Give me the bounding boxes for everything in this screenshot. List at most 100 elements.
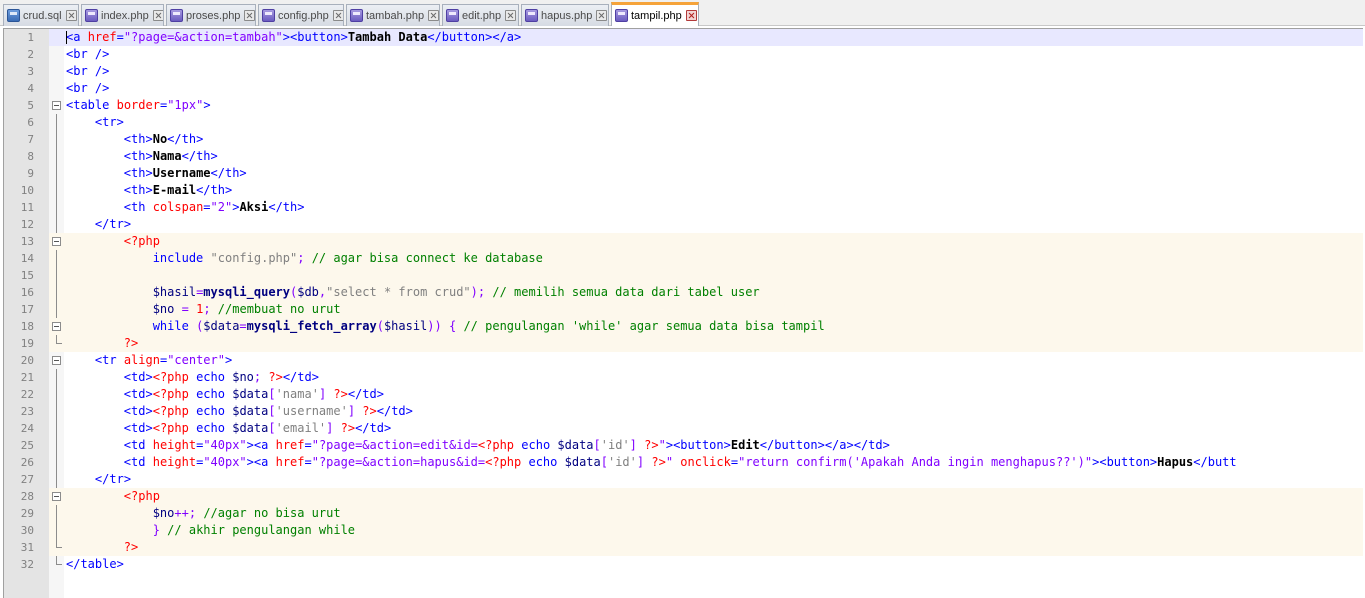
code-text[interactable]: ?> [66,335,1363,352]
fold-toggle-icon[interactable] [49,97,64,114]
tab-config-php[interactable]: config.php [258,4,344,26]
code-text[interactable]: <th>Username</th> [66,165,1363,182]
close-icon[interactable] [505,10,517,21]
fold-line [49,301,64,318]
code-text[interactable]: <table border="1px"> [66,97,1363,114]
code-line[interactable]: 32 </table> [4,556,1363,573]
code-line[interactable]: 7 <th>No</th> [4,131,1363,148]
fold-toggle-icon[interactable] [49,233,64,250]
code-line[interactable]: 19 ?> [4,335,1363,352]
close-icon[interactable] [152,10,163,21]
code-line[interactable]: 2 <br /> [4,46,1363,63]
close-icon[interactable] [65,10,77,21]
tab-hapus-php[interactable]: hapus.php [521,4,609,26]
tab-proses-php[interactable]: proses.php [166,4,256,26]
code-line[interactable]: 4 <br /> [4,80,1363,97]
code-text[interactable]: ?> [66,539,1363,556]
code-line[interactable]: 6 <tr> [4,114,1363,131]
close-icon[interactable] [685,10,697,21]
code-text[interactable]: $hasil=mysqli_query($db,"select * from c… [66,284,1363,301]
code-line[interactable]: 20 <tr align="center"> [4,352,1363,369]
code-line[interactable]: 24 <td><?php echo $data['email'] ?></td> [4,420,1363,437]
code-editor[interactable]: 1 <a href="?page=&action=tambah"><button>… [3,28,1363,598]
code-line[interactable]: 8 <th>Nama</th> [4,148,1363,165]
code-text[interactable]: <td><?php echo $no; ?></td> [66,369,1363,386]
code-line[interactable]: 28 <?php [4,488,1363,505]
code-text[interactable]: while ($data=mysqli_fetch_array($hasil))… [66,318,1363,335]
tab-tampil-php[interactable]: tampil.php [611,2,699,26]
file-icon [615,9,628,22]
code-line[interactable]: 26 <td height="40px"><a href="?page=&act… [4,454,1363,471]
code-text[interactable]: <th>Nama</th> [66,148,1363,165]
code-line[interactable]: 14 include "config.php"; // agar bisa co… [4,250,1363,267]
code-text[interactable]: </tr> [66,216,1363,233]
line-number: 1 [4,29,49,46]
code-line[interactable]: 1 <a href="?page=&action=tambah"><button>… [4,29,1363,46]
code-text[interactable]: <td height="40px"><a href="?page=&action… [66,437,1363,454]
code-line[interactable]: 15 [4,267,1363,284]
code-line[interactable]: 9 <th>Username</th> [4,165,1363,182]
code-line[interactable]: 18 while ($data=mysqli_fetch_array($hasi… [4,318,1363,335]
line-number: 14 [4,250,49,267]
close-icon[interactable] [332,10,343,21]
tab-index-php[interactable]: index.php [81,4,164,26]
code-text[interactable]: <td height="40px"><a href="?page=&action… [66,454,1363,471]
code-line[interactable]: 3 <br /> [4,63,1363,80]
code-line[interactable]: 31 ?> [4,539,1363,556]
code-text[interactable]: <td><?php echo $data['username'] ?></td> [66,403,1363,420]
code-line[interactable]: 16 $hasil=mysqli_query($db,"select * fro… [4,284,1363,301]
code-text[interactable]: <?php [66,233,1363,250]
code-line[interactable]: 25 <td height="40px"><a href="?page=&act… [4,437,1363,454]
close-icon[interactable] [428,10,439,21]
code-line[interactable]: 11 <th colspan="2">Aksi</th> [4,199,1363,216]
line-number: 8 [27,150,34,163]
line-number: 27 [20,473,34,486]
line-number: 25 [20,439,34,452]
line-number: 17 [4,301,49,318]
code-text[interactable]: <br /> [66,63,1363,80]
code-text[interactable]: <th>No</th> [66,131,1363,148]
file-icon [525,9,538,22]
close-icon[interactable] [244,10,255,21]
code-text[interactable]: <th colspan="2">Aksi</th> [66,199,1363,216]
code-text[interactable]: </tr> [66,471,1363,488]
code-text[interactable]: $no = 1; //membuat no urut [66,301,1363,318]
code-text[interactable]: include "config.php"; // agar bisa conne… [66,250,1363,267]
code-text[interactable]: <br /> [66,80,1363,97]
code-line[interactable]: 10 <th>E-mail</th> [4,182,1363,199]
code-text[interactable]: <br /> [66,46,1363,63]
close-icon[interactable] [596,10,608,21]
tab-edit-php[interactable]: edit.php [442,4,519,26]
code-line[interactable]: 29 $no++; //agar no bisa urut [4,505,1363,522]
code-line[interactable]: 21 <td><?php echo $no; ?></td> [4,369,1363,386]
tab-label: proses.php [186,9,241,22]
code-text[interactable]: <tr> [66,114,1363,131]
fold-toggle-icon[interactable] [49,488,64,505]
code-text[interactable] [66,267,1363,284]
code-text[interactable]: <?php [66,488,1363,505]
code-line[interactable]: 23 <td><?php echo $data['username'] ?></… [4,403,1363,420]
code-line[interactable]: 13 <?php [4,233,1363,250]
code-lines[interactable]: 1 <a href="?page=&action=tambah"><button>… [4,29,1363,573]
code-line[interactable]: 12 </tr> [4,216,1363,233]
code-text[interactable]: <a href="?page=&action=tambah"><button>T… [66,29,1363,46]
fold-line [49,471,64,488]
fold-toggle-icon[interactable] [49,318,64,335]
code-text[interactable]: $no++; //agar no bisa urut [66,505,1363,522]
code-line[interactable]: 17 $no = 1; //membuat no urut [4,301,1363,318]
code-line[interactable]: 27 </tr> [4,471,1363,488]
code-text[interactable]: <th>E-mail</th> [66,182,1363,199]
fold-line [49,131,64,148]
code-text[interactable]: </table> [66,556,1363,573]
code-line[interactable]: 22 <td><?php echo $data['nama'] ?></td> [4,386,1363,403]
tab-tambah-php[interactable]: tambah.php [346,4,440,26]
fold-toggle-icon[interactable] [49,352,64,369]
code-text[interactable]: <td><?php echo $data['nama'] ?></td> [66,386,1363,403]
code-text[interactable]: <tr align="center"> [66,352,1363,369]
line-number: 29 [4,505,49,522]
code-line[interactable]: 5 <table border="1px"> [4,97,1363,114]
code-text[interactable]: <td><?php echo $data['email'] ?></td> [66,420,1363,437]
code-line[interactable]: 30 } // akhir pengulangan while [4,522,1363,539]
code-text[interactable]: } // akhir pengulangan while [66,522,1363,539]
tab-crud-sql[interactable]: crud.sql [3,4,79,26]
